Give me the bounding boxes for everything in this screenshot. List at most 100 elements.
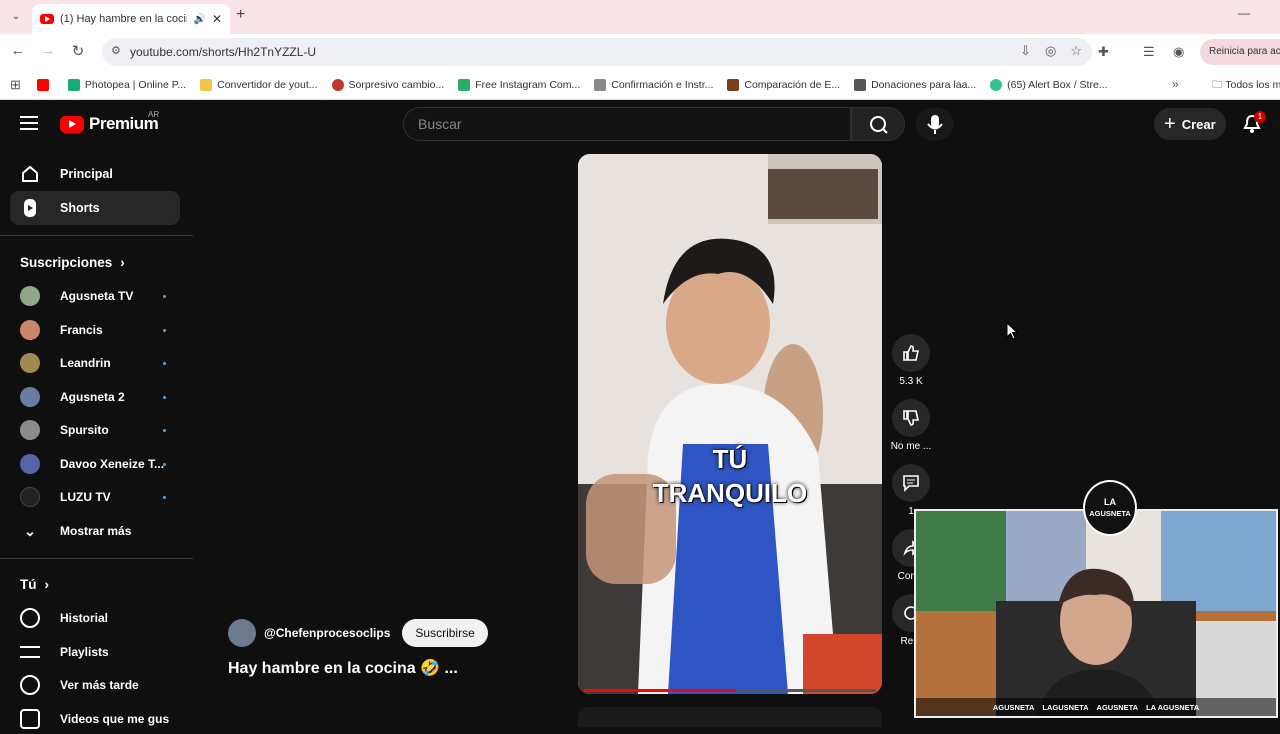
address-bar[interactable]: ⚙ youtube.com/shorts/Hh2TnYZZL-U ⇩ ◎ ☆ — [102, 38, 1092, 66]
bookmark-label: Convertidor de yout... — [217, 78, 318, 91]
close-tab-icon[interactable]: ✕ — [212, 12, 222, 26]
subscription-label: Agusneta 2 — [60, 390, 125, 404]
sidebar-item-label: Shorts — [60, 201, 100, 215]
voice-search-button[interactable] — [916, 107, 954, 141]
subscription-label: Francis — [60, 323, 103, 337]
profile-icon[interactable]: ◉ — [1173, 44, 1184, 60]
speaker-icon[interactable]: 🔊 — [193, 14, 205, 25]
reload-button[interactable]: ↻ — [68, 42, 88, 60]
youtube-favicon-icon — [40, 14, 54, 24]
instagram-handle: AGUSNETA — [992, 702, 1035, 712]
sidebar-item-watch-later[interactable]: Ver más tarde — [10, 670, 180, 700]
sidebar-subscription-francis[interactable]: Francis — [10, 315, 180, 345]
install-app-icon[interactable]: ⇩ — [1020, 43, 1031, 59]
url-text: youtube.com/shorts/Hh2TnYZZL-U — [130, 45, 317, 59]
bookmark-star-icon[interactable]: ☆ — [1070, 43, 1082, 59]
bookmark-favicon-icon — [727, 78, 740, 91]
short-video-player[interactable]: TÚ TRANQUILO — [578, 154, 882, 694]
minimize-window-button[interactable]: — — [1238, 6, 1250, 20]
short-title[interactable]: Hay hambre en la cocina 🤣 ... — [228, 658, 458, 678]
sidebar-item-playlists[interactable]: Playlists — [10, 637, 180, 667]
home-icon — [20, 164, 40, 184]
youtube-premium-logo[interactable]: Premium AR — [60, 110, 159, 134]
bookmark-label: Comparación de E... — [744, 78, 841, 91]
video-progress-bar[interactable] — [584, 689, 876, 692]
bookmark-item[interactable]: Comparación de E... — [727, 78, 841, 91]
history-icon — [20, 608, 40, 628]
sidebar-subscription-agusneta-tv[interactable]: Agusneta TV — [10, 281, 180, 311]
subscription-label: Agusneta TV — [60, 289, 134, 303]
youtube-logo-icon — [60, 115, 84, 133]
sidebar-subscription-spursito[interactable]: Spursito — [10, 415, 180, 445]
sidebar-item-label: Videos que me gus — [60, 712, 170, 726]
subscriptions-heading[interactable]: Suscripciones › — [20, 255, 125, 270]
search-icon — [870, 116, 888, 134]
bookmark-item[interactable]: (65) Alert Box / Stre... — [990, 78, 1108, 91]
address-toolbar: ← → ↻ ⚙ youtube.com/shorts/Hh2TnYZZL-U ⇩… — [0, 34, 1280, 70]
bookmark-youtube-icon — [36, 78, 49, 91]
bookmark-item[interactable] — [36, 78, 54, 91]
show-more-button[interactable]: ⌄ Mostrar más — [10, 516, 180, 546]
search-input[interactable]: Buscar — [403, 107, 851, 141]
bookmark-item[interactable]: Convertidor de yout... — [200, 78, 318, 91]
subscribe-button[interactable]: Suscribirse — [402, 619, 488, 647]
sidebar-item-shorts[interactable]: Shorts — [10, 191, 180, 225]
sidebar-item-liked-videos[interactable]: Videos que me gus — [10, 704, 180, 734]
dislike-button[interactable]: No me ... — [889, 399, 933, 452]
thumbs-up-icon — [892, 334, 930, 372]
new-content-dot — [163, 496, 166, 499]
sidebar-item-label: Principal — [60, 167, 113, 181]
apps-grid-icon[interactable]: ⊞ — [10, 77, 21, 93]
all-bookmarks-button[interactable]: 🗀 Todos los m — [1212, 77, 1280, 95]
bookmark-favicon-icon — [458, 78, 471, 91]
sidebar-item-historial[interactable]: Historial — [10, 603, 180, 633]
bookmark-item[interactable]: Sorpresivo cambio... — [331, 78, 444, 91]
new-content-dot — [163, 396, 166, 399]
region-code: AR — [148, 110, 160, 119]
bookmark-item[interactable]: Photopea | Online P... — [67, 78, 187, 91]
dislike-label: No me ... — [890, 441, 932, 452]
bookmark-favicon-icon — [854, 78, 867, 91]
avatar — [20, 353, 40, 373]
sidebar-subscription-luzu-tv[interactable]: LUZU TV — [10, 482, 180, 512]
forward-button[interactable]: → — [38, 42, 58, 59]
thumbs-up-icon — [20, 709, 40, 729]
sidebar-subscription-agusneta-2[interactable]: Agusneta 2 — [10, 382, 180, 412]
tracking-eye-icon[interactable]: ◎ — [1045, 43, 1056, 59]
sidebar-divider — [0, 558, 193, 559]
more-bookmarks-icon[interactable]: » — [1172, 77, 1179, 91]
browser-tab-active[interactable]: (1) Hay hambre en la cocina 🔊 ✕ — [32, 4, 230, 34]
like-button[interactable]: 5.3 K — [889, 334, 933, 387]
bookmarks-bar: ⊞ Photopea | Online P... Convertidor de … — [0, 70, 1280, 100]
caption-line-1: TÚ — [712, 444, 748, 474]
restart-update-button[interactable]: Reinicia para act — [1200, 39, 1280, 65]
bookmark-item[interactable]: Confirmación e Instr... — [594, 78, 713, 91]
sidebar-item-principal[interactable]: Principal — [10, 157, 180, 191]
you-heading[interactable]: Tú › — [20, 577, 49, 592]
channel-avatar[interactable] — [228, 619, 256, 647]
bookmark-item[interactable]: Donaciones para laa... — [854, 78, 976, 91]
tab-title: (1) Hay hambre en la cocina — [60, 13, 188, 25]
new-tab-button[interactable]: + — [236, 6, 245, 24]
channel-name[interactable]: @Chefenprocesoclips — [264, 626, 390, 640]
chevron-right-icon: › — [44, 577, 50, 592]
thumbs-down-icon — [892, 399, 930, 437]
avatar — [20, 420, 40, 440]
youtube-handle: LA AGUSNETA — [1146, 702, 1200, 712]
tab-search-dropdown[interactable]: ⌄ — [6, 8, 26, 26]
menu-icon[interactable] — [20, 116, 38, 130]
x-handle: LAGUSNETA — [1042, 702, 1089, 712]
back-button[interactable]: ← — [8, 42, 28, 59]
sidebar-subscription-davoo[interactable]: Davoo Xeneize T... — [10, 449, 180, 479]
bookmark-favicon-icon — [67, 78, 80, 91]
bookmark-item[interactable]: Free Instagram Com... — [458, 78, 580, 91]
bookmark-label: Photopea | Online P... — [84, 78, 187, 91]
next-short-preview[interactable] — [578, 707, 882, 727]
reading-list-icon[interactable]: ☰ — [1143, 44, 1155, 60]
search-button[interactable] — [851, 107, 905, 141]
new-content-dot — [163, 295, 166, 298]
extensions-icon[interactable]: ✚ — [1098, 44, 1109, 60]
sidebar-subscription-leandrin[interactable]: Leandrin — [10, 348, 180, 378]
site-info-icon[interactable]: ⚙ — [111, 44, 121, 57]
create-button[interactable]: + Crear — [1154, 108, 1226, 140]
